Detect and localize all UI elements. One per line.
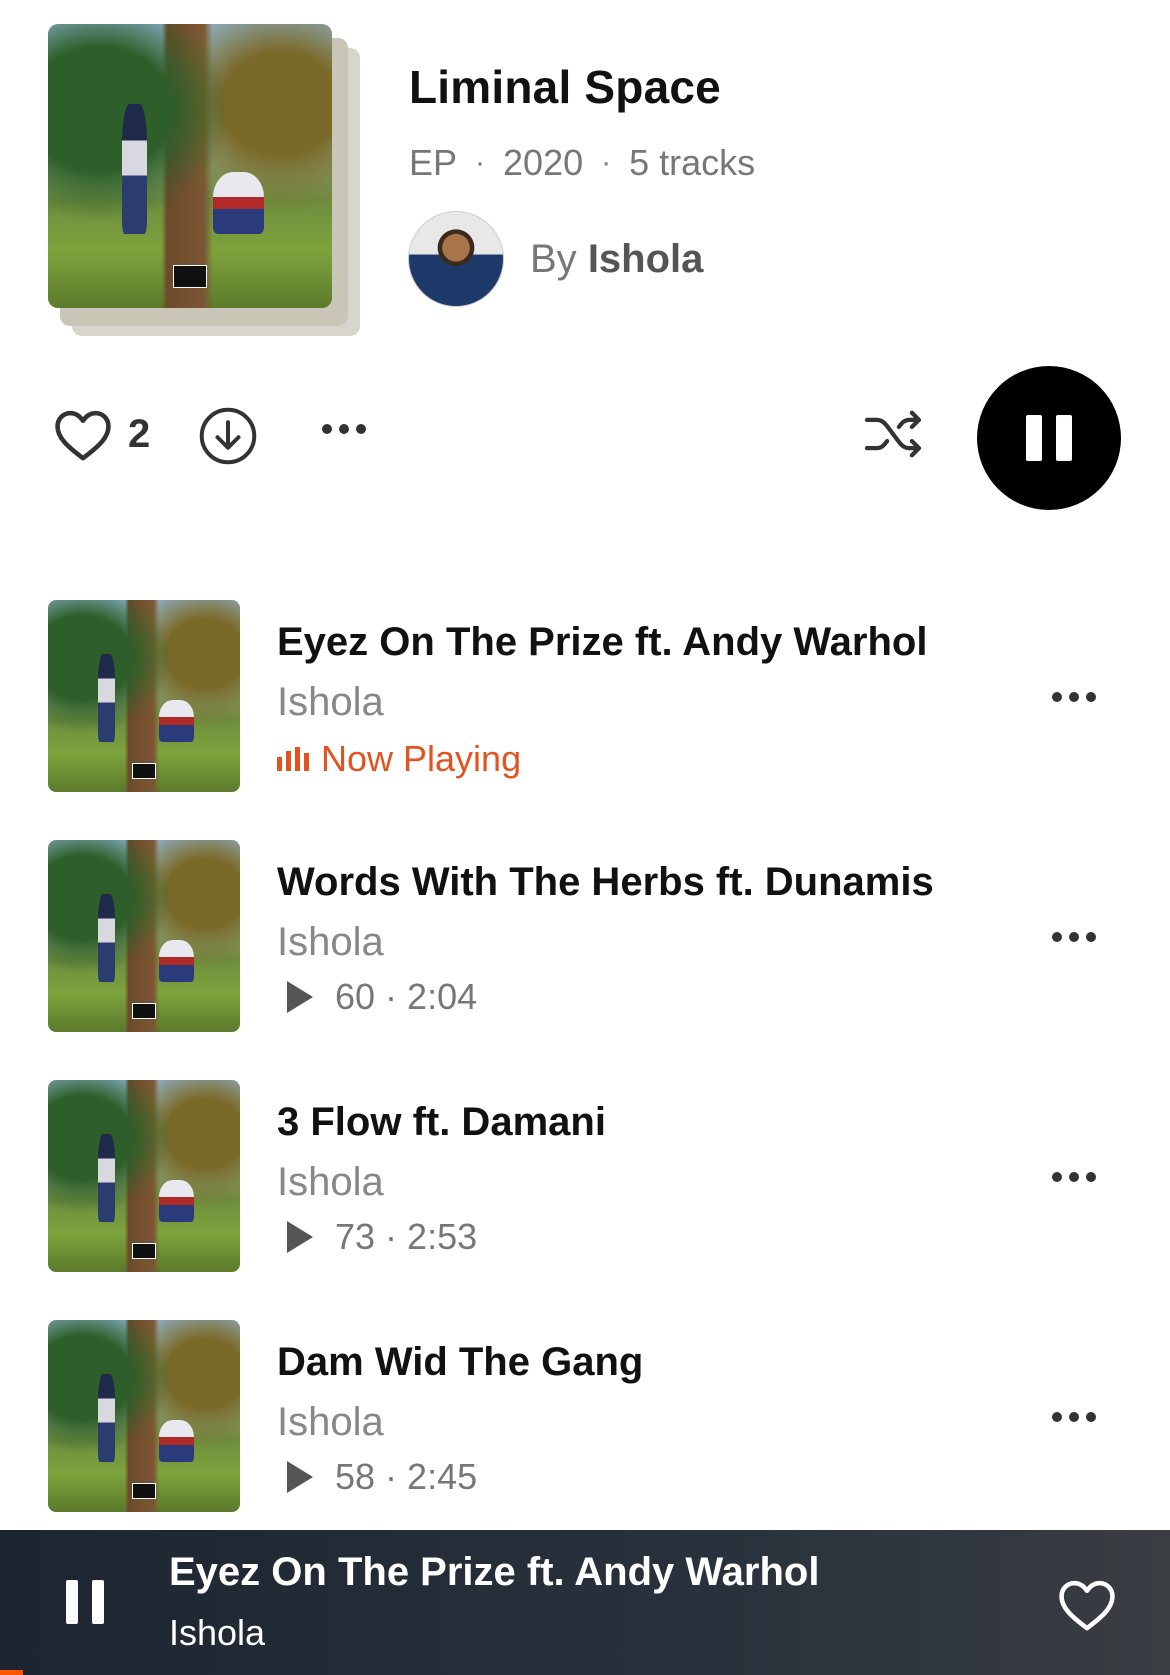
- track-artist: Ishola: [277, 680, 384, 724]
- mini-player-pause-button[interactable]: [66, 1580, 104, 1624]
- play-count-icon: [287, 1221, 313, 1253]
- pause-icon: [66, 1580, 78, 1624]
- track-artwork: [48, 1320, 240, 1512]
- track-stats: 60 · 2:04: [287, 976, 477, 1018]
- play-count-icon: [287, 1461, 313, 1493]
- like-count: 2: [128, 411, 151, 456]
- pause-icon: [1026, 415, 1042, 461]
- track-title: Eyez On The Prize ft. Andy Warhol: [277, 620, 928, 664]
- track-row[interactable]: Words With The Herbs ft. Dunamis Ishola …: [0, 838, 1170, 1078]
- artist-link[interactable]: By Ishola: [408, 211, 703, 307]
- pause-button[interactable]: [977, 366, 1121, 510]
- play-count-icon: [287, 981, 313, 1013]
- artist-byline[interactable]: By Ishola: [530, 237, 703, 282]
- download-button[interactable]: [198, 406, 258, 471]
- now-playing-indicator: Now Playing: [277, 738, 521, 780]
- album-meta: EP · 2020 · 5 tracks: [409, 142, 756, 183]
- mini-player-title: Eyez On The Prize ft. Andy Warhol: [169, 1550, 820, 1594]
- track-artist: Ishola: [277, 920, 384, 964]
- like-button[interactable]: 2: [52, 406, 150, 462]
- mini-player[interactable]: Eyez On The Prize ft. Andy Warhol Ishola: [0, 1530, 1170, 1675]
- mini-player-progress: [0, 1670, 24, 1675]
- download-icon: [199, 407, 257, 465]
- play-count: 73: [335, 1216, 376, 1257]
- track-title: Words With The Herbs ft. Dunamis: [277, 860, 934, 904]
- track-stats: 73 · 2:53: [287, 1216, 477, 1258]
- track-row[interactable]: 3 Flow ft. Damani Ishola 73 · 2:53: [0, 1078, 1170, 1318]
- album-artwork[interactable]: [48, 24, 332, 308]
- shuffle-icon: [864, 410, 922, 458]
- track-artwork: [48, 600, 240, 792]
- track-title: Dam Wid The Gang: [277, 1340, 644, 1384]
- track-more-button[interactable]: [1052, 1412, 1096, 1422]
- play-count: 58: [335, 1456, 376, 1497]
- track-row[interactable]: Dam Wid The Gang Ishola 58 · 2:45: [0, 1318, 1170, 1558]
- track-artist: Ishola: [277, 1400, 384, 1444]
- mini-player-artist: Ishola: [169, 1612, 266, 1653]
- track-stats: 58 · 2:45: [287, 1456, 477, 1498]
- track-more-button[interactable]: [1052, 932, 1096, 942]
- track-more-button[interactable]: [1052, 1172, 1096, 1182]
- track-title: 3 Flow ft. Damani: [277, 1100, 606, 1144]
- album-type: EP: [409, 142, 458, 183]
- album-track-count: 5 tracks: [629, 142, 756, 183]
- track-more-button[interactable]: [1052, 692, 1096, 702]
- equalizer-icon: [277, 747, 309, 771]
- album-year: 2020: [503, 142, 584, 183]
- mini-player-like-button[interactable]: [1056, 1576, 1118, 1637]
- more-options-button[interactable]: [322, 424, 366, 434]
- artist-name[interactable]: Ishola: [588, 237, 704, 281]
- track-artwork: [48, 1080, 240, 1272]
- track-list: Eyez On The Prize ft. Andy Warhol Ishola…: [0, 598, 1170, 1558]
- track-artist: Ishola: [277, 1160, 384, 1204]
- heart-icon: [55, 410, 111, 461]
- track-row[interactable]: Eyez On The Prize ft. Andy Warhol Ishola…: [0, 598, 1170, 838]
- artist-avatar[interactable]: [408, 211, 504, 307]
- album-title: Liminal Space: [409, 61, 721, 113]
- album-actions: 2: [0, 366, 1170, 510]
- track-artwork: [48, 840, 240, 1032]
- track-duration: 2:45: [407, 1456, 478, 1497]
- heart-icon: [1059, 1580, 1115, 1631]
- track-duration: 2:53: [407, 1216, 478, 1257]
- track-duration: 2:04: [407, 976, 478, 1017]
- play-count: 60: [335, 976, 376, 1017]
- shuffle-button[interactable]: [862, 408, 924, 465]
